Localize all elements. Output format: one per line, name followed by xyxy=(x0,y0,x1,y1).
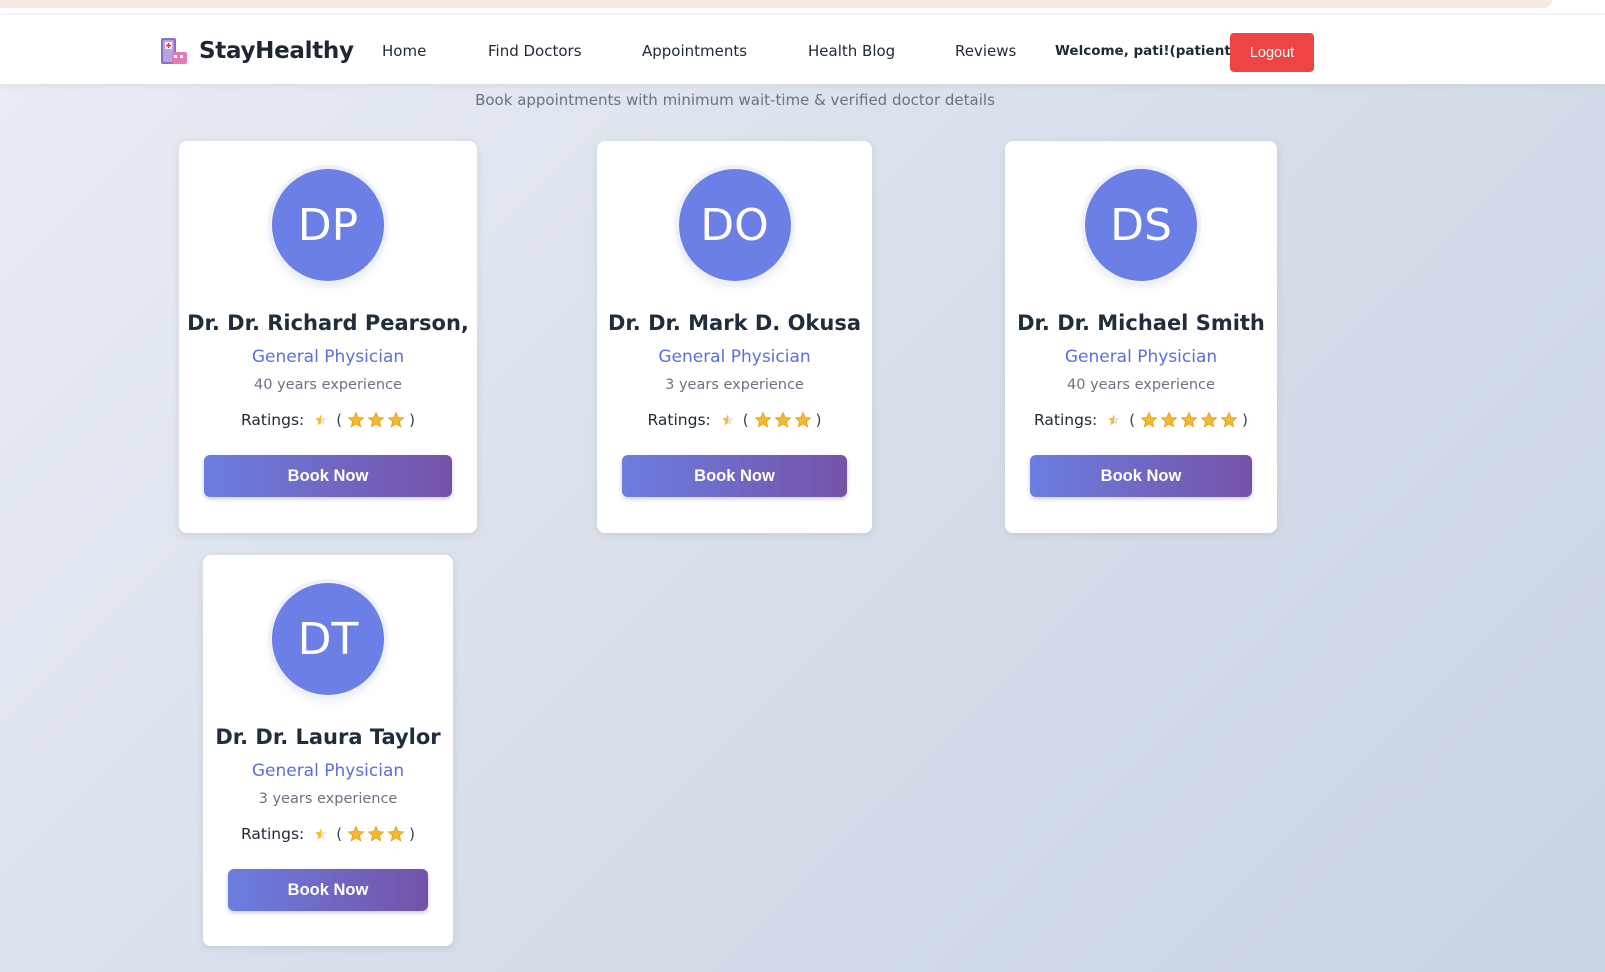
doctor-card: DT Dr. Dr. Laura Taylor General Physicia… xyxy=(203,555,453,946)
logout-button[interactable]: Logout xyxy=(1230,33,1314,72)
doctor-avatar: DP xyxy=(272,169,384,281)
doctor-avatar: DO xyxy=(678,169,791,281)
ratings-paren-open: ( xyxy=(742,411,749,429)
hospital-icon xyxy=(161,38,187,64)
top-strip-bar xyxy=(0,0,1552,8)
star-icon xyxy=(774,411,792,428)
doctor-experience: 3 years experience xyxy=(665,377,804,393)
doctor-experience: 3 years experience xyxy=(258,791,398,807)
doctor-ratings: Ratings: () xyxy=(597,411,872,429)
doctor-specialty: General Physician xyxy=(658,347,811,367)
doctor-card: DS Dr. Dr. Michael Smith General Physici… xyxy=(1005,141,1277,533)
star-icon xyxy=(367,411,385,428)
welcome-text: Welcome, pati!(patient) xyxy=(1055,43,1237,59)
ratings-paren-open: ( xyxy=(336,411,343,429)
ratings-label: Ratings: xyxy=(241,411,305,429)
book-now-button[interactable]: Book Now xyxy=(1030,455,1252,497)
ratings-paren-close: ) xyxy=(409,825,415,843)
doctor-experience: 40 years experience xyxy=(1067,377,1215,393)
doctor-avatar: DT xyxy=(272,583,384,695)
doctor-experience: 40 years experience xyxy=(254,377,402,393)
star-icon xyxy=(1160,411,1178,428)
doctor-name: Dr. Dr. Richard Pearson, xyxy=(187,311,469,335)
ratings-label: Ratings: xyxy=(647,411,711,429)
browser-top-strip xyxy=(0,0,1605,14)
ratings-paren-open: ( xyxy=(336,825,343,843)
star-icon xyxy=(387,825,405,842)
doctor-avatar: DS xyxy=(1085,169,1197,281)
doctor-name: Dr. Dr. Laura Taylor xyxy=(215,725,441,749)
star-icon xyxy=(387,411,405,428)
nav-reviews[interactable]: Reviews xyxy=(955,42,1016,60)
doctor-ratings: Ratings: () xyxy=(179,411,477,429)
doctor-ratings: Ratings: () xyxy=(1005,411,1277,429)
half-star-icon xyxy=(315,414,328,426)
half-star-icon xyxy=(1108,414,1121,426)
ratings-paren-close: ) xyxy=(1242,411,1248,429)
book-now-button[interactable]: Book Now xyxy=(204,455,452,497)
page-subtitle: Book appointments with minimum wait-time… xyxy=(475,91,995,109)
doctor-specialty: General Physician xyxy=(1064,347,1218,367)
star-icon xyxy=(367,825,385,842)
doctor-name: Dr. Dr. Michael Smith xyxy=(1017,311,1265,335)
star-icon xyxy=(1140,411,1158,428)
navbar: StayHealthy Home Find Doctors Appointmen… xyxy=(0,14,1605,84)
star-icon xyxy=(1200,411,1218,428)
half-star-icon xyxy=(721,414,734,426)
ratings-paren-close: ) xyxy=(815,411,822,429)
doctor-specialty: General Physician xyxy=(251,761,405,781)
half-star-icon xyxy=(315,828,328,840)
star-icon xyxy=(1220,411,1238,428)
brand-logo[interactable]: StayHealthy xyxy=(160,36,354,66)
book-now-button[interactable]: Book Now xyxy=(228,869,428,911)
star-icon xyxy=(794,411,812,428)
nav-health-blog[interactable]: Health Blog xyxy=(808,42,895,60)
doctor-card: DP Dr. Dr. Richard Pearson, General Phys… xyxy=(179,141,477,533)
ratings-label: Ratings: xyxy=(1034,411,1098,429)
doctor-specialty: General Physician xyxy=(251,347,405,367)
doctor-name: Dr. Dr. Mark D. Okusa xyxy=(607,311,862,335)
ratings-paren-close: ) xyxy=(409,411,415,429)
nav-appointments[interactable]: Appointments xyxy=(642,42,747,60)
ratings-paren-open: ( xyxy=(1129,411,1136,429)
star-icon xyxy=(347,825,365,842)
star-icon xyxy=(1180,411,1198,428)
star-icon xyxy=(754,411,772,428)
nav-home[interactable]: Home xyxy=(382,42,426,60)
star-icon xyxy=(347,411,365,428)
ratings-label: Ratings: xyxy=(241,825,305,843)
doctor-card: DO Dr. Dr. Mark D. Okusa General Physici… xyxy=(597,141,872,533)
nav-find-doctors[interactable]: Find Doctors xyxy=(488,42,582,60)
doctor-ratings: Ratings: () xyxy=(203,825,453,843)
book-now-button[interactable]: Book Now xyxy=(622,455,847,497)
brand-name: StayHealthy xyxy=(199,38,354,64)
